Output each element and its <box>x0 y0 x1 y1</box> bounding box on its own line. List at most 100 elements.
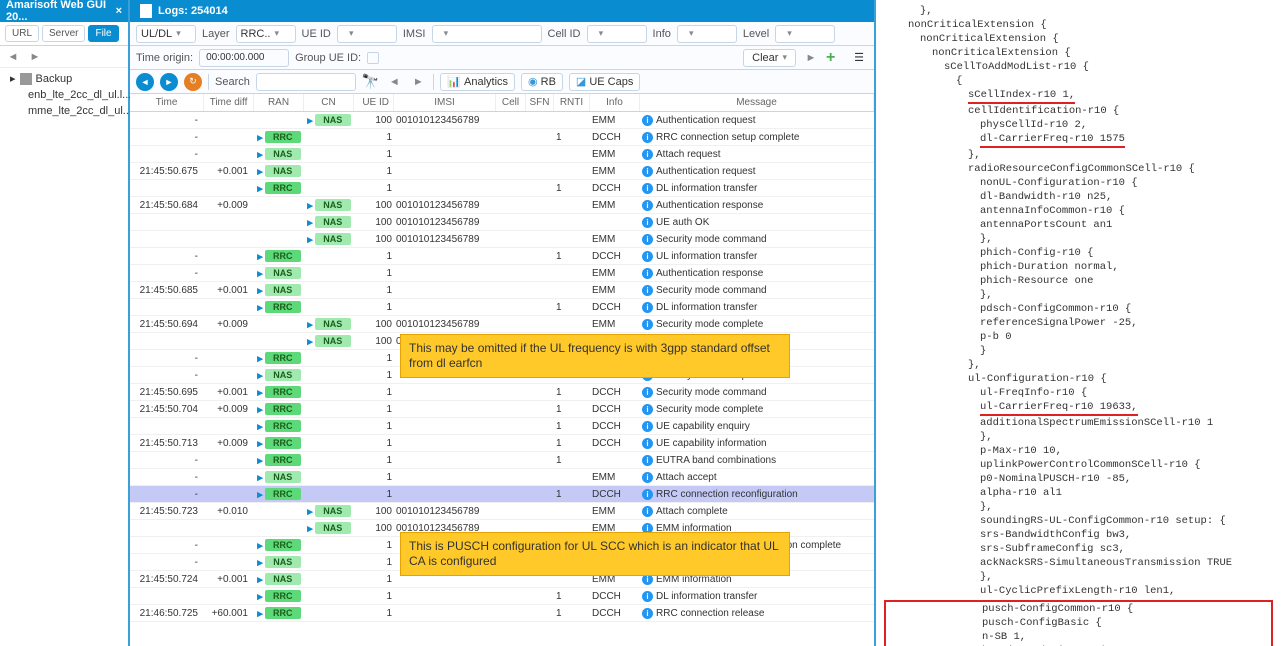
sidebar-tab[interactable]: Amarisoft Web GUI 20... × <box>0 0 128 22</box>
col-msg[interactable]: Message <box>640 94 874 111</box>
search-input[interactable] <box>256 73 356 91</box>
time-origin-input[interactable]: 00:00:00.000 <box>199 49 289 67</box>
col-cell[interactable]: Cell <box>496 94 526 111</box>
table-row[interactable]: -▸RRC11DCCHiRRC connection setup complet… <box>130 129 874 146</box>
table-row[interactable]: -▸NAS1EMMiAuthentication response <box>130 265 874 282</box>
cell-ran: ▸RRC <box>254 420 304 433</box>
cell-ran: ▸NAS <box>254 556 304 569</box>
imsi-select[interactable]: ▾ <box>432 25 542 43</box>
detail-line: }, <box>884 358 1273 372</box>
table-row[interactable]: ▸RRC11DCCHiDL information transfer <box>130 588 874 605</box>
info-icon: i <box>642 404 653 415</box>
info-icon: i <box>642 149 653 160</box>
cell-cn: ▸NAS <box>304 114 354 127</box>
table-row[interactable]: -▸NAS1EMMiAttach request <box>130 146 874 163</box>
table-row[interactable]: ▸NAS100001010123456789iUE auth OK <box>130 214 874 231</box>
cell-cn: ▸NAS <box>304 233 354 246</box>
cell-rnti: 1 <box>554 183 590 194</box>
uldl-select[interactable]: UL/DL▾ <box>136 25 196 43</box>
col-rnti[interactable]: RNTI <box>554 94 590 111</box>
cell-info: DCCH <box>590 438 640 449</box>
detail-panel[interactable]: },nonCriticalExtension {nonCriticalExten… <box>876 0 1281 646</box>
url-button[interactable]: URL <box>5 25 39 42</box>
col-ran[interactable]: RAN <box>254 94 304 111</box>
table-row[interactable]: -▸RRC11DCCHiUL information transfer <box>130 248 874 265</box>
nav-next-icon[interactable]: ► <box>802 49 820 67</box>
col-imsi[interactable]: IMSI <box>394 94 496 111</box>
uecaps-button[interactable]: ◪UE Caps <box>569 73 640 91</box>
col-sfn[interactable]: SFN <box>526 94 554 111</box>
detail-line: srs-BandwidthConfig bw3, <box>884 528 1273 542</box>
info-select[interactable]: ▾ <box>677 25 737 43</box>
table-row[interactable]: -▸RRC11DCCHiRRC connection reconfigurati… <box>130 486 874 503</box>
nav-back-icon[interactable]: ◄ <box>4 48 22 66</box>
cell-time: 21:45:50.704 <box>130 404 204 415</box>
table-row[interactable]: ▸RRC11DCCHiUE capability enquiry <box>130 418 874 435</box>
table-row[interactable]: -▸NAS1EMMiAttach accept <box>130 469 874 486</box>
cell-ran: ▸RRC <box>254 488 304 501</box>
info-icon: i <box>642 319 653 330</box>
table-row[interactable]: 21:45:50.685+0.001▸NAS1EMMiSecurity mode… <box>130 282 874 299</box>
table-row[interactable]: ▸RRC11DCCHiDL information transfer <box>130 180 874 197</box>
menu-icon[interactable]: ☰ <box>850 49 868 67</box>
table-row[interactable]: -▸RRC11iEUTRA band combinations <box>130 452 874 469</box>
search-next-icon[interactable]: ► <box>409 73 427 91</box>
table-row[interactable]: -▸NAS100001010123456789EMMiAuthenticatio… <box>130 112 874 129</box>
table-row[interactable]: ▸NAS100001010123456789EMMiSecurity mode … <box>130 231 874 248</box>
table-row[interactable]: 21:45:50.684+0.009▸NAS100001010123456789… <box>130 197 874 214</box>
rb-button[interactable]: ◉RB <box>521 73 563 91</box>
layer-badge: NAS <box>265 267 301 279</box>
level-select[interactable]: ▾ <box>775 25 835 43</box>
cell-ran: ▸RRC <box>254 131 304 144</box>
cell-time: 21:45:50.675 <box>130 166 204 177</box>
table-row[interactable]: 21:45:50.723+0.010▸NAS100001010123456789… <box>130 503 874 520</box>
cell-ran: ▸RRC <box>254 437 304 450</box>
table-row[interactable]: 21:45:50.694+0.009▸NAS100001010123456789… <box>130 316 874 333</box>
close-icon[interactable]: × <box>116 5 122 17</box>
clear-button[interactable]: Clear▾ <box>743 49 796 67</box>
tree-file[interactable]: enb_lte_2cc_dl_ul.l... <box>0 87 128 103</box>
ueid-label: UE ID <box>302 28 331 40</box>
cell-rnti: 1 <box>554 251 590 262</box>
cell-info: DCCH <box>590 591 640 602</box>
tree-file[interactable]: mme_lte_2cc_dl_ul... <box>0 103 128 119</box>
nav-next-button[interactable]: ► <box>160 73 178 91</box>
table-row[interactable]: 21:45:50.695+0.001▸RRC11DCCHiSecurity mo… <box>130 384 874 401</box>
nav-prev-button[interactable]: ◄ <box>136 73 154 91</box>
nav-fwd-icon[interactable]: ► <box>26 48 44 66</box>
logs-tab[interactable]: Logs: 254014 <box>130 0 238 22</box>
col-info[interactable]: Info <box>590 94 640 111</box>
detail-line: } <box>884 344 1273 358</box>
file-label: enb_lte_2cc_dl_ul.l... <box>28 89 131 101</box>
layer-select[interactable]: RRC..▾ <box>236 25 296 43</box>
cellid-select[interactable]: ▾ <box>587 25 647 43</box>
binoculars-icon[interactable]: 🔭 <box>362 73 379 90</box>
col-time[interactable]: Time <box>130 94 204 111</box>
detail-line: soundingRS-UL-ConfigCommon-r10 setup: { <box>884 514 1273 528</box>
cell-ran: ▸NAS <box>254 148 304 161</box>
info-icon: i <box>642 234 653 245</box>
add-button[interactable]: + <box>826 49 844 67</box>
file-button[interactable]: File <box>88 25 118 42</box>
refresh-button[interactable]: ↻ <box>184 73 202 91</box>
table-row[interactable]: ▸RRC11DCCHiDL information transfer <box>130 299 874 316</box>
table-row[interactable]: 21:45:50.704+0.009▸RRC11DCCHiSecurity mo… <box>130 401 874 418</box>
col-diff[interactable]: Time diff <box>204 94 254 111</box>
table-row[interactable]: 21:45:50.675+0.001▸NAS1EMMiAuthenticatio… <box>130 163 874 180</box>
ueid-select[interactable]: ▾ <box>337 25 397 43</box>
cell-info: EMM <box>590 166 640 177</box>
cell-msg: iDL information transfer <box>640 302 874 313</box>
cell-time: - <box>130 540 204 551</box>
detail-line: dl-Bandwidth-r10 n25, <box>884 190 1273 204</box>
server-button[interactable]: Server <box>42 25 85 42</box>
col-cn[interactable]: CN <box>304 94 354 111</box>
analytics-button[interactable]: 📊Analytics <box>440 73 515 91</box>
tree-folder[interactable]: ▸ Backup <box>0 70 128 87</box>
table-row[interactable]: 21:46:50.725+60.001▸RRC11DCCHiRRC connec… <box>130 605 874 622</box>
cell-diff: +0.009 <box>204 438 254 449</box>
table-row[interactable]: 21:45:50.713+0.009▸RRC11DCCHiUE capabili… <box>130 435 874 452</box>
col-ueid[interactable]: UE ID <box>354 94 394 111</box>
group-ueid-checkbox[interactable] <box>367 52 379 64</box>
search-prev-icon[interactable]: ◄ <box>385 73 403 91</box>
layer-badge: RRC <box>265 437 301 449</box>
